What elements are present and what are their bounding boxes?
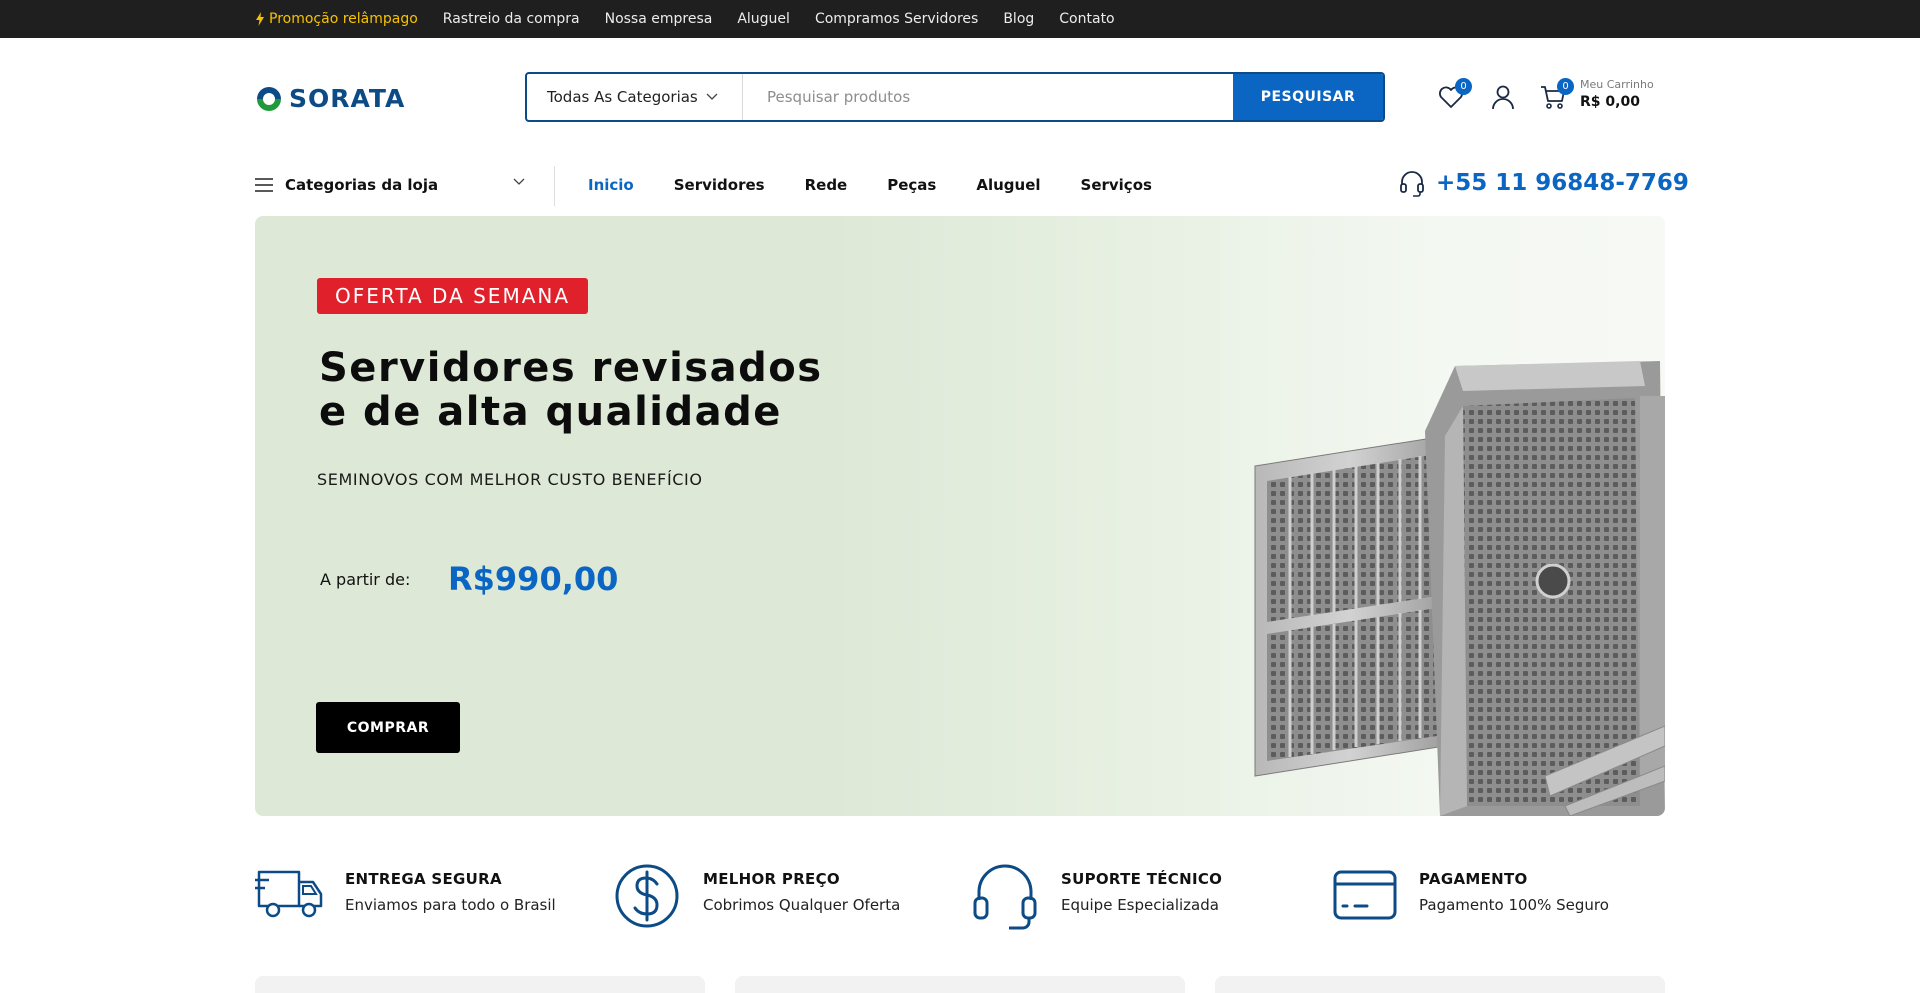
logo-text: SORATA <box>289 84 406 113</box>
nav-item-home[interactable]: Inicio <box>588 176 634 194</box>
buy-button[interactable]: COMPRAR <box>316 702 460 753</box>
hamburger-icon <box>255 178 273 192</box>
feature-item: MELHOR PREÇO Cobrimos Qualquer Oferta <box>613 862 900 932</box>
hero-banner: OFERTA DA SEMANA Servidores revisados e … <box>255 216 1665 816</box>
hero-title: Servidores revisados e de alta qualidade <box>319 346 823 434</box>
cart-button[interactable]: 0 <box>1538 78 1574 112</box>
feature-title: SUPORTE TÉCNICO <box>1061 870 1223 888</box>
promo-card[interactable] <box>255 976 705 993</box>
promo-card[interactable] <box>1215 976 1665 993</box>
logo[interactable]: SORATA <box>255 84 405 113</box>
search-input[interactable] <box>743 74 1233 120</box>
user-icon <box>1492 85 1514 110</box>
nav-divider <box>554 166 555 206</box>
feature-description: Cobrimos Qualquer Oferta <box>703 896 901 914</box>
category-select-value: Todas As Categorias <box>547 88 698 106</box>
main-nav: Inicio Servidores Rede Peças Aluguel Ser… <box>588 170 1152 200</box>
cart-count-badge: 0 <box>1557 78 1574 95</box>
headset-icon <box>973 864 1037 930</box>
topbar-link-company[interactable]: Nossa empresa <box>605 11 713 27</box>
topbar-link-buy-servers[interactable]: Compramos Servidores <box>815 11 978 27</box>
headset-icon <box>1400 171 1424 197</box>
feature-item: SUPORTE TÉCNICO Equipe Especializada <box>971 862 1222 932</box>
search-button[interactable]: PESQUISAR <box>1233 74 1383 120</box>
wishlist-count-badge: 0 <box>1455 78 1472 95</box>
hero-title-line-1: Servidores revisados <box>319 345 823 391</box>
lightning-icon <box>256 12 264 26</box>
feature-description: Equipe Especializada <box>1061 896 1219 914</box>
store-categories-menu[interactable]: Categorias da loja <box>255 170 525 200</box>
feature-title: ENTREGA SEGURA <box>345 870 502 888</box>
offer-badge: OFERTA DA SEMANA <box>317 278 589 314</box>
topbar-link-contact[interactable]: Contato <box>1059 11 1114 27</box>
feature-item: ENTREGA SEGURA Enviamos para todo o Bras… <box>255 862 556 932</box>
account-button[interactable] <box>1488 82 1518 112</box>
nav-item-servers[interactable]: Servidores <box>674 176 765 194</box>
hero-subtitle: SEMINOVOS COM MELHOR CUSTO BENEFÍCIO <box>317 470 703 489</box>
features-row: ENTREGA SEGURA Enviamos para todo o Bras… <box>255 862 1665 932</box>
chevron-down-icon <box>513 178 525 185</box>
chevron-down-icon <box>706 93 718 100</box>
phone-contact[interactable]: +55 11 96848-7769 <box>1398 168 1689 198</box>
promo-card[interactable] <box>735 976 1185 993</box>
dollar-icon <box>615 864 679 928</box>
feature-description: Enviamos para todo o Brasil <box>345 896 556 914</box>
nav-item-services[interactable]: Serviços <box>1081 176 1152 194</box>
store-categories-label: Categorias da loja <box>285 176 439 194</box>
feature-title: PAGAMENTO <box>1419 870 1528 888</box>
feature-description: Pagamento 100% Seguro <box>1419 896 1609 914</box>
feature-title: MELHOR PREÇO <box>703 870 840 888</box>
topbar-link-blog[interactable]: Blog <box>1003 11 1034 27</box>
cart-total: R$ 0,00 <box>1580 94 1640 110</box>
topbar-link-rental[interactable]: Aluguel <box>737 11 790 27</box>
phone-number: +55 11 96848-7769 <box>1436 170 1689 196</box>
category-select[interactable]: Todas As Categorias <box>527 74 743 120</box>
nav-item-network[interactable]: Rede <box>805 176 848 194</box>
search-bar: Todas As Categorias PESQUISAR <box>525 72 1385 122</box>
server-product-image <box>1254 361 1665 816</box>
top-bar-links: Promoção relâmpago Rastreio da compra No… <box>255 0 1115 38</box>
hero-title-line-2: e de alta qualidade <box>319 389 782 435</box>
nav-item-parts[interactable]: Peças <box>887 176 936 194</box>
truck-icon <box>255 870 323 918</box>
topbar-link-promo[interactable]: Promoção relâmpago <box>255 11 418 27</box>
credit-card-icon <box>1333 870 1397 920</box>
logo-mark-icon <box>257 86 281 111</box>
topbar-link-label: Promoção relâmpago <box>269 11 418 27</box>
wishlist-button[interactable]: 0 <box>1436 78 1472 112</box>
cart-summary[interactable]: Meu Carrinho R$ 0,00 <box>1580 78 1654 110</box>
cart-label: Meu Carrinho <box>1580 78 1654 91</box>
hero-price: R$990,00 <box>448 560 619 598</box>
nav-item-rental[interactable]: Aluguel <box>976 176 1040 194</box>
feature-item: PAGAMENTO Pagamento 100% Seguro <box>1329 862 1609 932</box>
price-from-label: A partir de: <box>320 570 411 589</box>
topbar-link-tracking[interactable]: Rastreio da compra <box>443 11 580 27</box>
top-bar: Promoção relâmpago Rastreio da compra No… <box>0 0 1920 38</box>
